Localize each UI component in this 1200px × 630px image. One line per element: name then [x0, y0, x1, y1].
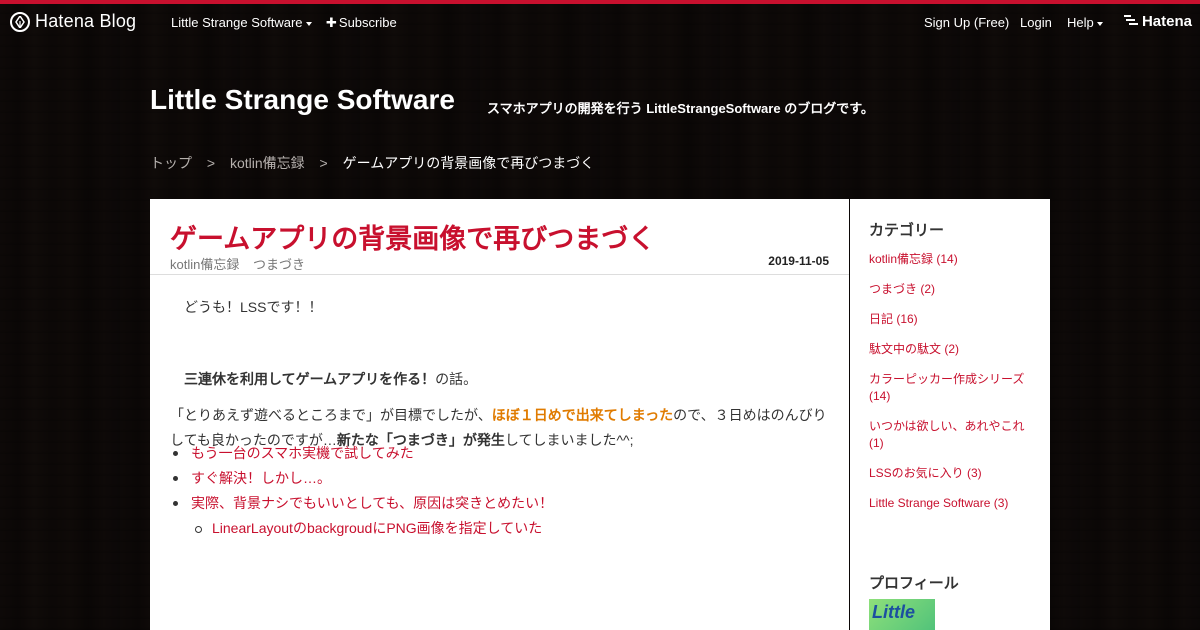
sidebar-category-link[interactable]: カラーピッカー作成シリーズ (14): [869, 371, 1039, 405]
signup-link[interactable]: Sign Up (Free): [924, 15, 1009, 30]
hatena-icon: [1123, 13, 1138, 30]
breadcrumb-category[interactable]: kotlin備忘録: [230, 155, 305, 171]
avatar[interactable]: Little: [869, 599, 935, 630]
entry-category-link[interactable]: kotlin備忘録: [170, 257, 239, 272]
pen-icon: [10, 11, 30, 32]
plus-icon: ✚: [326, 15, 337, 30]
paragraph-topic: 三連休を利用してゲームアプリを作る！の話。: [184, 367, 477, 392]
profile-heading: プロフィール: [869, 575, 959, 592]
hatena-link[interactable]: Hatena: [1123, 13, 1192, 30]
category-list: kotlin備忘録 (14) つまづき (2) 日記 (16) 駄文中の駄文 (…: [869, 251, 1039, 525]
summary-highlight: ほぼ１日めで出来てしまった: [491, 407, 674, 423]
blog-title[interactable]: Little Strange Software: [150, 84, 455, 116]
chevron-down-icon: [1096, 21, 1103, 26]
sidebar-category-link[interactable]: LSSのお気に入り (3): [869, 465, 1039, 482]
sidebar-category-link[interactable]: kotlin備忘録 (14): [869, 251, 1039, 268]
hatena-label: Hatena: [1141, 13, 1192, 30]
breadcrumb: トップ > kotlin備忘録 > ゲームアプリの背景画像で再びつまづく: [150, 153, 594, 173]
sidebar-category-link[interactable]: 日記 (16): [869, 311, 1039, 328]
subscribe-button[interactable]: ✚ Subscribe: [326, 15, 397, 31]
entry-category-link[interactable]: つまづき: [253, 257, 305, 272]
topic-bold: 三連休を利用してゲームアプリを作る！: [184, 371, 436, 387]
blog-menu[interactable]: Little Strange Software: [171, 15, 312, 30]
login-link[interactable]: Login: [1020, 15, 1052, 30]
toc-item[interactable]: もう一台のスマホ実機で試してみた: [170, 441, 553, 466]
toc-item[interactable]: すぐ解決！しかし…。: [170, 466, 553, 491]
sidebar-category-link[interactable]: Little Strange Software (3): [869, 495, 1039, 512]
entry-article: ゲームアプリの背景画像で再びつまづく kotlin備忘録 つまづき 2019-1…: [150, 199, 849, 630]
sidebar-category-link[interactable]: いつかは欲しい、あれやこれ (1): [869, 418, 1039, 452]
chevron-down-icon: [305, 21, 312, 26]
summary-part-a: 「とりあえず遊べるところまで」が目標でしたが、: [170, 407, 492, 423]
blog-menu-label: Little Strange Software: [171, 15, 303, 30]
table-of-contents: もう一台のスマホ実機で試してみた すぐ解決！しかし…。 実際、背景ナシでもいいと…: [170, 441, 553, 541]
sidebar-category-link[interactable]: 駄文中の駄文 (2): [869, 341, 1039, 358]
entry-title[interactable]: ゲームアプリの背景画像で再びつまづく: [170, 217, 655, 256]
entry-date[interactable]: 2019-11-05: [768, 254, 829, 268]
breadcrumb-current: ゲームアプリの背景画像で再びつまづく: [342, 155, 595, 171]
topic-rest: の話。: [435, 371, 478, 387]
category-heading: カテゴリー: [869, 222, 945, 239]
help-label: Help: [1067, 15, 1094, 30]
toc-item[interactable]: 実際、背景ナシでもいいとしても、原因は突きとめたい！: [170, 491, 553, 516]
breadcrumb-separator: >: [206, 155, 216, 171]
divider: [150, 274, 849, 275]
entry-categories: kotlin備忘録 つまづき: [170, 254, 315, 273]
help-menu[interactable]: Help: [1067, 15, 1103, 30]
subscribe-label: Subscribe: [338, 15, 397, 30]
blog-description: スマホアプリの開発を行う LittleStrangeSoftware のブログで…: [487, 101, 874, 116]
global-nav: Hatena Blog Little Strange Software ✚ Sub…: [0, 4, 1200, 40]
logo-text: Hatena Blog: [35, 11, 137, 31]
sidebar-category-link[interactable]: つまづき (2): [869, 281, 1039, 298]
breadcrumb-top[interactable]: トップ: [150, 155, 192, 171]
breadcrumb-separator: >: [319, 155, 328, 171]
paragraph-greeting: どうも！LSSです！！: [184, 299, 323, 315]
sidebar: カテゴリー kotlin備忘録 (14) つまづき (2) 日記 (16) 駄文…: [850, 199, 1050, 630]
toc-subitem[interactable]: LinearLayoutのbackgroudにPNG画像を指定していた: [170, 516, 553, 541]
hatena-blog-logo[interactable]: Hatena Blog: [10, 11, 136, 32]
